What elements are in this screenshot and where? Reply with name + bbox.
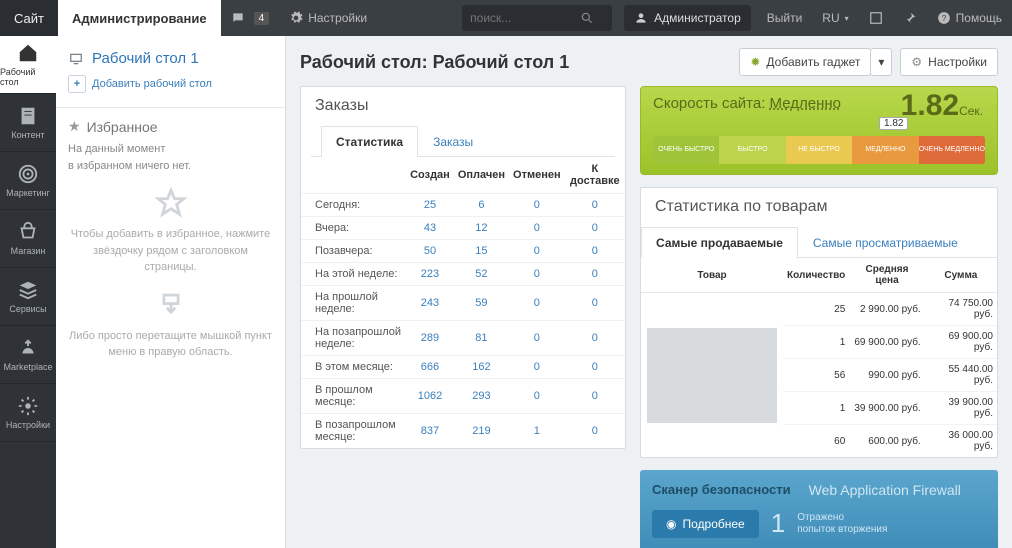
top-settings-label: Настройки [308,11,367,25]
product-stats-widget: Статистика по товарам Самые продаваемые … [640,187,998,458]
page-title: Рабочий стол: Рабочий стол 1 [300,52,739,73]
table-row: На прошлой неделе:2435900 [301,286,625,321]
favorites-hint-drag: Либо просто перетащите мышкой пункт меню… [68,328,273,361]
search-box[interactable] [462,5,612,31]
product-image-placeholder [647,328,777,423]
help[interactable]: ? Помощь [927,0,1012,36]
top-settings[interactable]: Настройки [279,0,377,36]
scanner-count: 1 [771,508,785,539]
help-icon: ? [937,11,951,25]
drag-icon [154,288,188,322]
topbar: Сайт Администрирование 4 Настройки Админ… [0,0,1012,36]
table-row: 252 990.00 руб.74 750.00 руб. [641,293,997,326]
rail-marketing[interactable]: Маркетинг [0,152,56,210]
tab-admin[interactable]: Администрирование [58,0,221,36]
add-gadget-dropdown[interactable]: ▾ [870,48,892,76]
scanner-widget: Сканер безопасности Web Application Fire… [640,470,998,548]
table-row: В позапрошлом месяце:83721910 [301,414,625,449]
user-menu[interactable]: Администратор [624,5,751,31]
desk-title[interactable]: Рабочий стол 1 [68,50,273,67]
rail-services[interactable]: Сервисы [0,268,56,326]
favorites-empty: На данный моментв избранном ничего нет. [68,141,273,174]
favorites-panel: Рабочий стол 1 +Добавить рабочий стол ★ … [56,36,286,548]
rail-content[interactable]: Контент [0,94,56,152]
table-row: Вчера:431200 [301,217,625,240]
orders-widget: Заказы Статистика Заказы СозданОплаченОт… [300,86,626,449]
page-head: Рабочий стол: Рабочий стол 1 ✹ Добавить … [300,48,998,76]
sparkle-icon: ✹ [750,55,760,69]
speed-gauge: ОЧЕНЬ БЫСТРО БЫСТРО НЕ БЫСТРО МЕДЛЕННО О… [653,136,985,164]
gear-icon: ⚙ [911,55,922,69]
main: Рабочий стол: Рабочий стол 1 ✹ Добавить … [286,36,1012,548]
help-label: Помощь [956,11,1002,25]
layout-icon[interactable] [859,0,893,36]
page-settings-button[interactable]: ⚙ Настройки [900,48,998,76]
tab-best-sellers[interactable]: Самые продаваемые [641,227,798,258]
gear-icon [289,11,303,25]
user-icon [634,11,648,25]
notif-count: 4 [254,12,270,25]
table-row: В этом месяце:66616200 [301,356,625,379]
table-row: На этой неделе:2235200 [301,263,625,286]
tab-orders[interactable]: Заказы [418,126,488,157]
speed-widget: Скорость сайта: Медленно 1.82Сек. 1.82 О… [640,86,998,175]
star-outline-icon [154,186,188,220]
search-input[interactable] [470,11,580,25]
scanner-more-button[interactable]: ◉ Подробнее [652,510,759,538]
rail-shop[interactable]: Магазин [0,210,56,268]
info-icon: ◉ [666,517,676,531]
rail-desktop[interactable]: Рабочий стол [0,36,56,94]
monitor-icon [68,52,84,66]
logout[interactable]: Выйти [757,0,813,36]
chat-icon [231,11,245,25]
tab-most-viewed[interactable]: Самые просматриваемые [798,227,973,258]
lang-switch[interactable]: RU ▾ [812,0,858,36]
scanner-waf: Web Application Firewall [809,482,961,498]
tab-statistics[interactable]: Статистика [321,126,418,157]
rail-settings[interactable]: Настройки [0,384,56,442]
speed-marker: 1.82 [879,117,908,130]
scanner-title: Сканер безопасности [652,482,791,498]
plus-icon: + [68,75,86,93]
scanner-sub: Отраженопопыток вторжения [797,512,887,536]
table-row: Позавчера:501500 [301,240,625,263]
star-icon: ★ [68,118,81,135]
rail-marketplace[interactable]: Marketplace [0,326,56,384]
favorites-head: ★ Избранное [68,118,273,135]
tab-site[interactable]: Сайт [0,0,58,36]
orders-table: СозданОплаченОтмененК доставке Сегодня:2… [301,157,625,448]
left-rail: Рабочий стол Контент Маркетинг Магазин С… [0,36,56,548]
favorites-hint-star: Чтобы добавить в избранное, нажмите звёз… [68,226,273,276]
table-row: В прошлом месяце:106229300 [301,379,625,414]
pin-icon[interactable] [893,0,927,36]
search-icon [580,11,594,25]
table-row: Сегодня:25600 [301,194,625,217]
orders-title: Заказы [301,87,625,125]
notifications[interactable]: 4 [221,0,280,36]
table-row: На позапрошлой неделе:2898100 [301,321,625,356]
product-stats-title: Статистика по товарам [641,188,997,226]
user-label: Администратор [654,11,741,25]
add-desk[interactable]: +Добавить рабочий стол [68,75,273,93]
product-table: ТоварКоличествоСредняя ценаСумма 252 990… [641,258,997,457]
speed-value: 1.82Сек. [901,89,983,123]
svg-text:?: ? [941,14,946,23]
speed-link[interactable]: Медленно [770,95,841,112]
add-gadget-button[interactable]: ✹ Добавить гаджет [739,48,871,76]
